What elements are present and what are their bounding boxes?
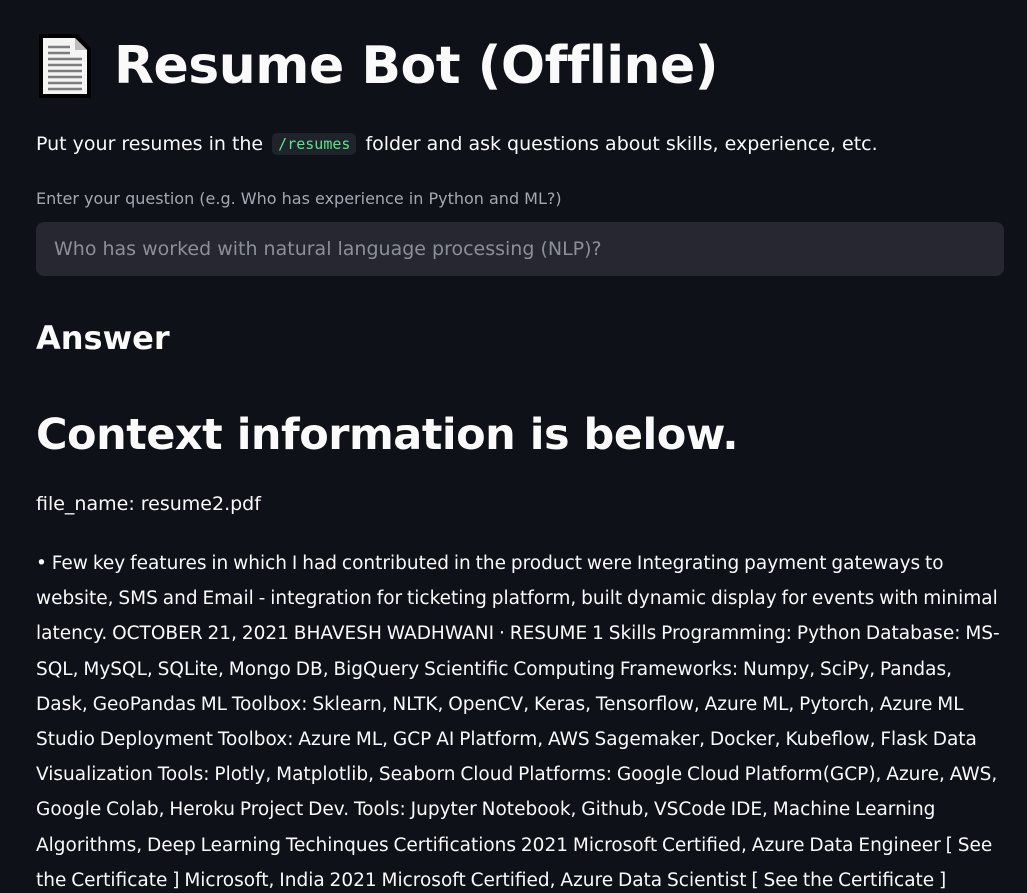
answer-heading: Answer xyxy=(36,319,170,357)
app-page: Resume Bot (Offline) Put your resumes in… xyxy=(0,0,1027,893)
question-input[interactable] xyxy=(52,237,988,261)
answer-body-text: • Few key features in which I had contri… xyxy=(36,553,1000,891)
intro-before: Put your resumes in the xyxy=(36,133,264,155)
title-row: Resume Bot (Offline) xyxy=(36,30,719,102)
page-title: Resume Bot (Offline) xyxy=(114,36,719,96)
question-input-container xyxy=(36,222,1004,276)
document-icon xyxy=(36,31,94,101)
context-heading: Context information is below. xyxy=(36,410,739,460)
intro-text: Put your resumes in the /resumes folder … xyxy=(36,129,878,159)
intro-after: folder and ask questions about skills, e… xyxy=(365,133,878,155)
resumes-folder-code: /resumes xyxy=(272,133,357,155)
question-input-label: Enter your question (e.g. Who has experi… xyxy=(36,189,562,208)
file-name-text: file_name: resume2.pdf xyxy=(36,493,261,515)
